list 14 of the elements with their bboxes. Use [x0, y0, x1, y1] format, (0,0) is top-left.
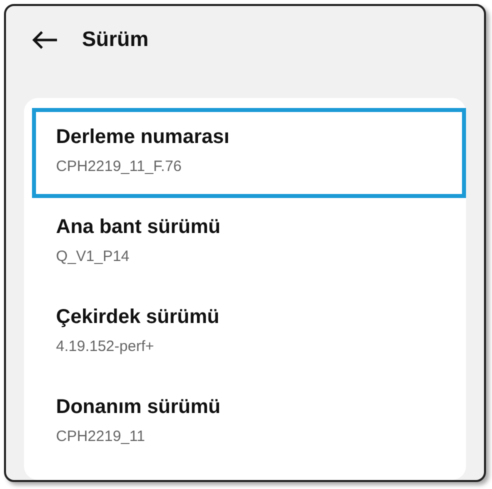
back-icon[interactable]	[32, 31, 58, 49]
item-title: Derleme numarası	[56, 126, 230, 149]
item-value: CPH2219_11	[56, 428, 146, 445]
version-item[interactable]: Ana bant sürümü Q_V1_P14	[32, 198, 466, 288]
version-item[interactable]: Derleme numarası CPH2219_11_F.76	[32, 108, 466, 198]
version-item[interactable]: Donanım sürümü CPH2219_11	[32, 378, 466, 468]
item-value: Q_V1_P14	[56, 248, 130, 265]
item-value: CPH2219_11_F.76	[56, 158, 183, 175]
screen-title: Sürüm	[82, 28, 149, 52]
item-title: Çekirdek sürümü	[56, 306, 220, 329]
item-title: Ana bant sürümü	[56, 216, 222, 239]
item-title: Donanım sürümü	[56, 396, 222, 419]
version-item[interactable]: Çekirdek sürümü 4.19.152-perf+	[32, 288, 466, 378]
item-value: 4.19.152-perf+	[56, 338, 155, 355]
